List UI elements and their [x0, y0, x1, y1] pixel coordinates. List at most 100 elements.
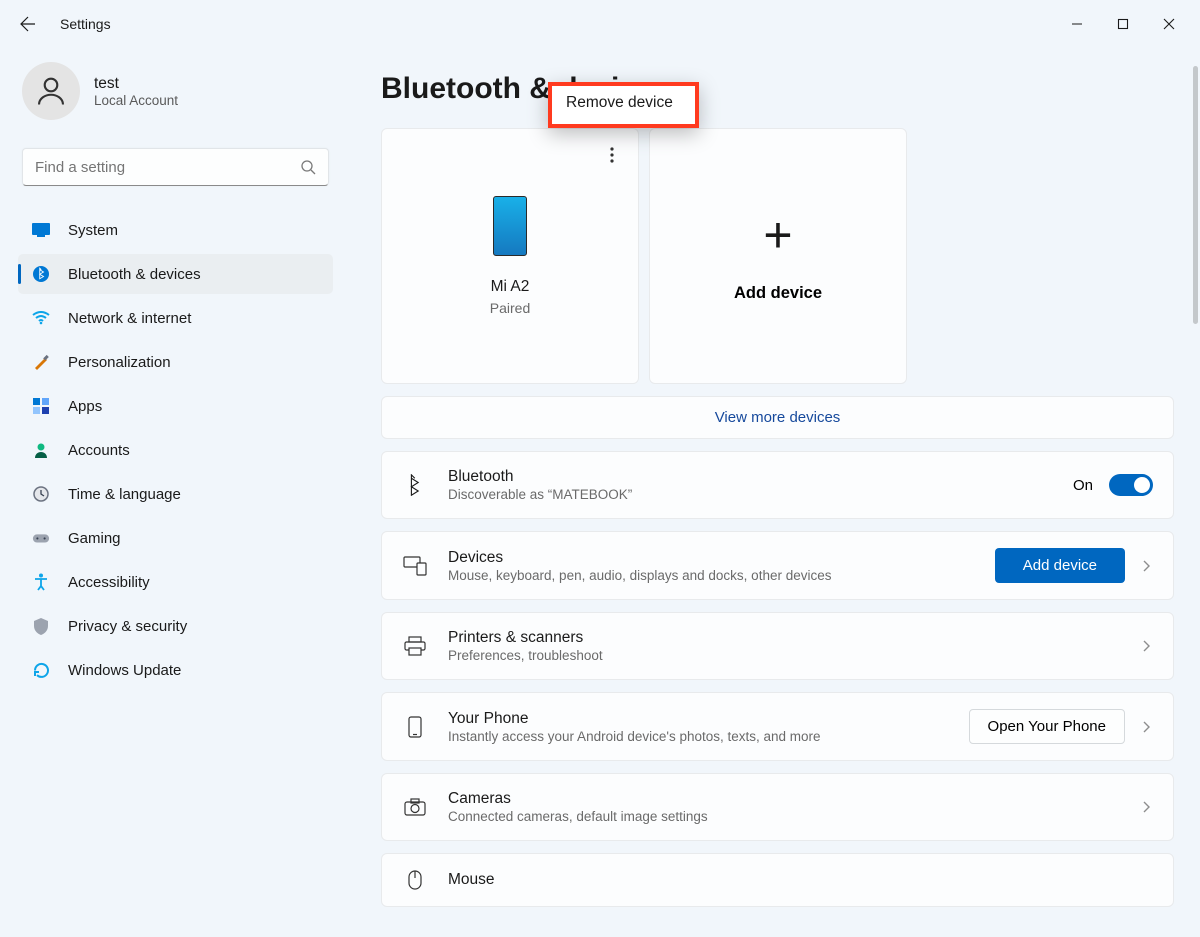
your-phone-row[interactable]: Your Phone Instantly access your Android… [382, 693, 1173, 760]
search-box[interactable] [22, 148, 329, 186]
view-more-link[interactable]: View more devices [382, 397, 1173, 438]
mouse-title: Mouse [448, 871, 1153, 889]
accessibility-icon [32, 573, 50, 591]
nav-personalization[interactable]: Personalization [18, 342, 333, 382]
system-icon [32, 221, 50, 239]
devices-sub: Mouse, keyboard, pen, audio, displays an… [448, 568, 975, 583]
nav-list: System Bluetooth & devices Network & int… [18, 210, 333, 690]
devices-title: Devices [448, 549, 975, 567]
chevron-right-icon [1141, 640, 1153, 652]
mouse-icon [402, 870, 428, 890]
your-phone-icon [402, 716, 428, 738]
cameras-title: Cameras [448, 790, 1121, 808]
nav-accessibility[interactable]: Accessibility [18, 562, 333, 602]
person-icon [33, 73, 69, 109]
nav-system[interactable]: System [18, 210, 333, 250]
gamepad-icon [32, 529, 50, 547]
nav-label: Apps [68, 398, 102, 415]
scrollbar-thumb[interactable] [1193, 66, 1198, 324]
sidebar: test Local Account System Bluetooth & de… [0, 48, 345, 937]
nav-label: Network & internet [68, 310, 191, 327]
cameras-row[interactable]: Cameras Connected cameras, default image… [382, 774, 1173, 840]
bluetooth-toggle-panel: Bluetooth Discoverable as “MATEBOOK” On [381, 451, 1174, 519]
window-controls [1054, 8, 1192, 40]
accounts-icon [32, 441, 50, 459]
printers-panel: Printers & scanners Preferences, trouble… [381, 612, 1174, 680]
nav-bluetooth[interactable]: Bluetooth & devices [18, 254, 333, 294]
nav-privacy[interactable]: Privacy & security [18, 606, 333, 646]
chevron-right-icon [1141, 560, 1153, 572]
device-status: Paired [490, 300, 530, 316]
open-your-phone-button[interactable]: Open Your Phone [969, 709, 1125, 744]
bluetooth-toggle[interactable] [1109, 474, 1153, 496]
update-icon [32, 661, 50, 679]
wifi-icon [32, 309, 50, 327]
plus-icon: + [763, 210, 792, 260]
device-name: Mi A2 [491, 278, 530, 296]
page-title: Bluetooth & devices [381, 72, 1174, 106]
app-title: Settings [60, 16, 111, 32]
chevron-right-icon [1141, 801, 1153, 813]
bluetooth-icon [32, 265, 50, 283]
nav-label: Time & language [68, 486, 181, 503]
toggle-state: On [1073, 477, 1093, 494]
nav-label: Bluetooth & devices [68, 266, 201, 283]
nav-label: Accessibility [68, 574, 150, 591]
maximize-icon [1117, 18, 1129, 30]
nav-label: System [68, 222, 118, 239]
bluetooth-sub: Discoverable as “MATEBOOK” [448, 487, 1053, 502]
add-device-label: Add device [734, 284, 822, 303]
chevron-right-icon [1141, 721, 1153, 733]
devices-icon [402, 556, 428, 576]
bluetooth-row[interactable]: Bluetooth Discoverable as “MATEBOOK” On [382, 452, 1173, 518]
remove-device-popup[interactable]: Remove device [548, 82, 699, 128]
nav-label: Windows Update [68, 662, 181, 679]
more-vertical-icon [610, 147, 614, 163]
avatar [22, 62, 80, 120]
nav-time[interactable]: Time & language [18, 474, 333, 514]
your-phone-title: Your Phone [448, 710, 949, 728]
mouse-row[interactable]: Mouse [382, 854, 1173, 906]
bluetooth-title: Bluetooth [448, 468, 1053, 486]
your-phone-panel: Your Phone Instantly access your Android… [381, 692, 1174, 761]
cameras-panel: Cameras Connected cameras, default image… [381, 773, 1174, 841]
main-content: Bluetooth & devices Mi A2 Paired + Add d… [345, 48, 1200, 937]
nav-accounts[interactable]: Accounts [18, 430, 333, 470]
device-more-button[interactable] [600, 143, 624, 167]
view-more-panel[interactable]: View more devices [381, 396, 1174, 439]
cameras-sub: Connected cameras, default image setting… [448, 809, 1121, 824]
apps-icon [32, 397, 50, 415]
device-card-mia2[interactable]: Mi A2 Paired [381, 128, 639, 384]
printers-row[interactable]: Printers & scanners Preferences, trouble… [382, 613, 1173, 679]
nav-label: Accounts [68, 442, 130, 459]
devices-panel: Devices Mouse, keyboard, pen, audio, dis… [381, 531, 1174, 600]
nav-apps[interactable]: Apps [18, 386, 333, 426]
nav-label: Gaming [68, 530, 121, 547]
titlebar: Settings [0, 0, 1200, 48]
account-type: Local Account [94, 93, 178, 108]
close-button[interactable] [1146, 8, 1192, 40]
minimize-icon [1071, 18, 1083, 30]
nav-update[interactable]: Windows Update [18, 650, 333, 690]
add-device-button[interactable]: Add device [995, 548, 1125, 583]
profile-block[interactable]: test Local Account [18, 56, 333, 134]
search-input[interactable] [35, 159, 300, 176]
mouse-panel: Mouse [381, 853, 1174, 907]
printers-title: Printers & scanners [448, 629, 1121, 647]
nav-label: Privacy & security [68, 618, 187, 635]
nav-network[interactable]: Network & internet [18, 298, 333, 338]
add-device-card[interactable]: + Add device [649, 128, 907, 384]
clock-icon [32, 485, 50, 503]
maximize-button[interactable] [1100, 8, 1146, 40]
your-phone-sub: Instantly access your Android device's p… [448, 729, 949, 744]
minimize-button[interactable] [1054, 8, 1100, 40]
bluetooth-row-icon [402, 474, 428, 496]
close-icon [1163, 18, 1175, 30]
search-icon [300, 159, 316, 175]
devices-row[interactable]: Devices Mouse, keyboard, pen, audio, dis… [382, 532, 1173, 599]
printer-icon [402, 636, 428, 656]
nav-gaming[interactable]: Gaming [18, 518, 333, 558]
back-button[interactable] [8, 4, 48, 44]
username: test [94, 75, 178, 93]
shield-icon [32, 617, 50, 635]
